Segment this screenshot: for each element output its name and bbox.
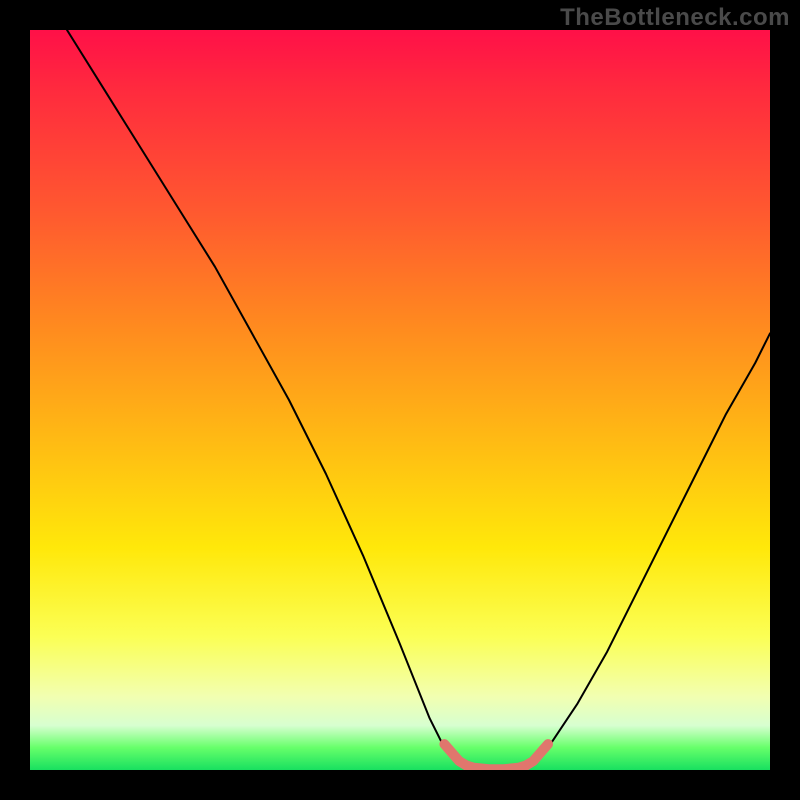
plot-area xyxy=(30,30,770,770)
series-left-curve xyxy=(67,30,459,763)
series-valley-highlight xyxy=(444,744,548,769)
chart-frame: TheBottleneck.com xyxy=(0,0,800,800)
curve-layer xyxy=(30,30,770,770)
series-right-curve xyxy=(533,333,770,762)
watermark-text: TheBottleneck.com xyxy=(560,4,790,32)
